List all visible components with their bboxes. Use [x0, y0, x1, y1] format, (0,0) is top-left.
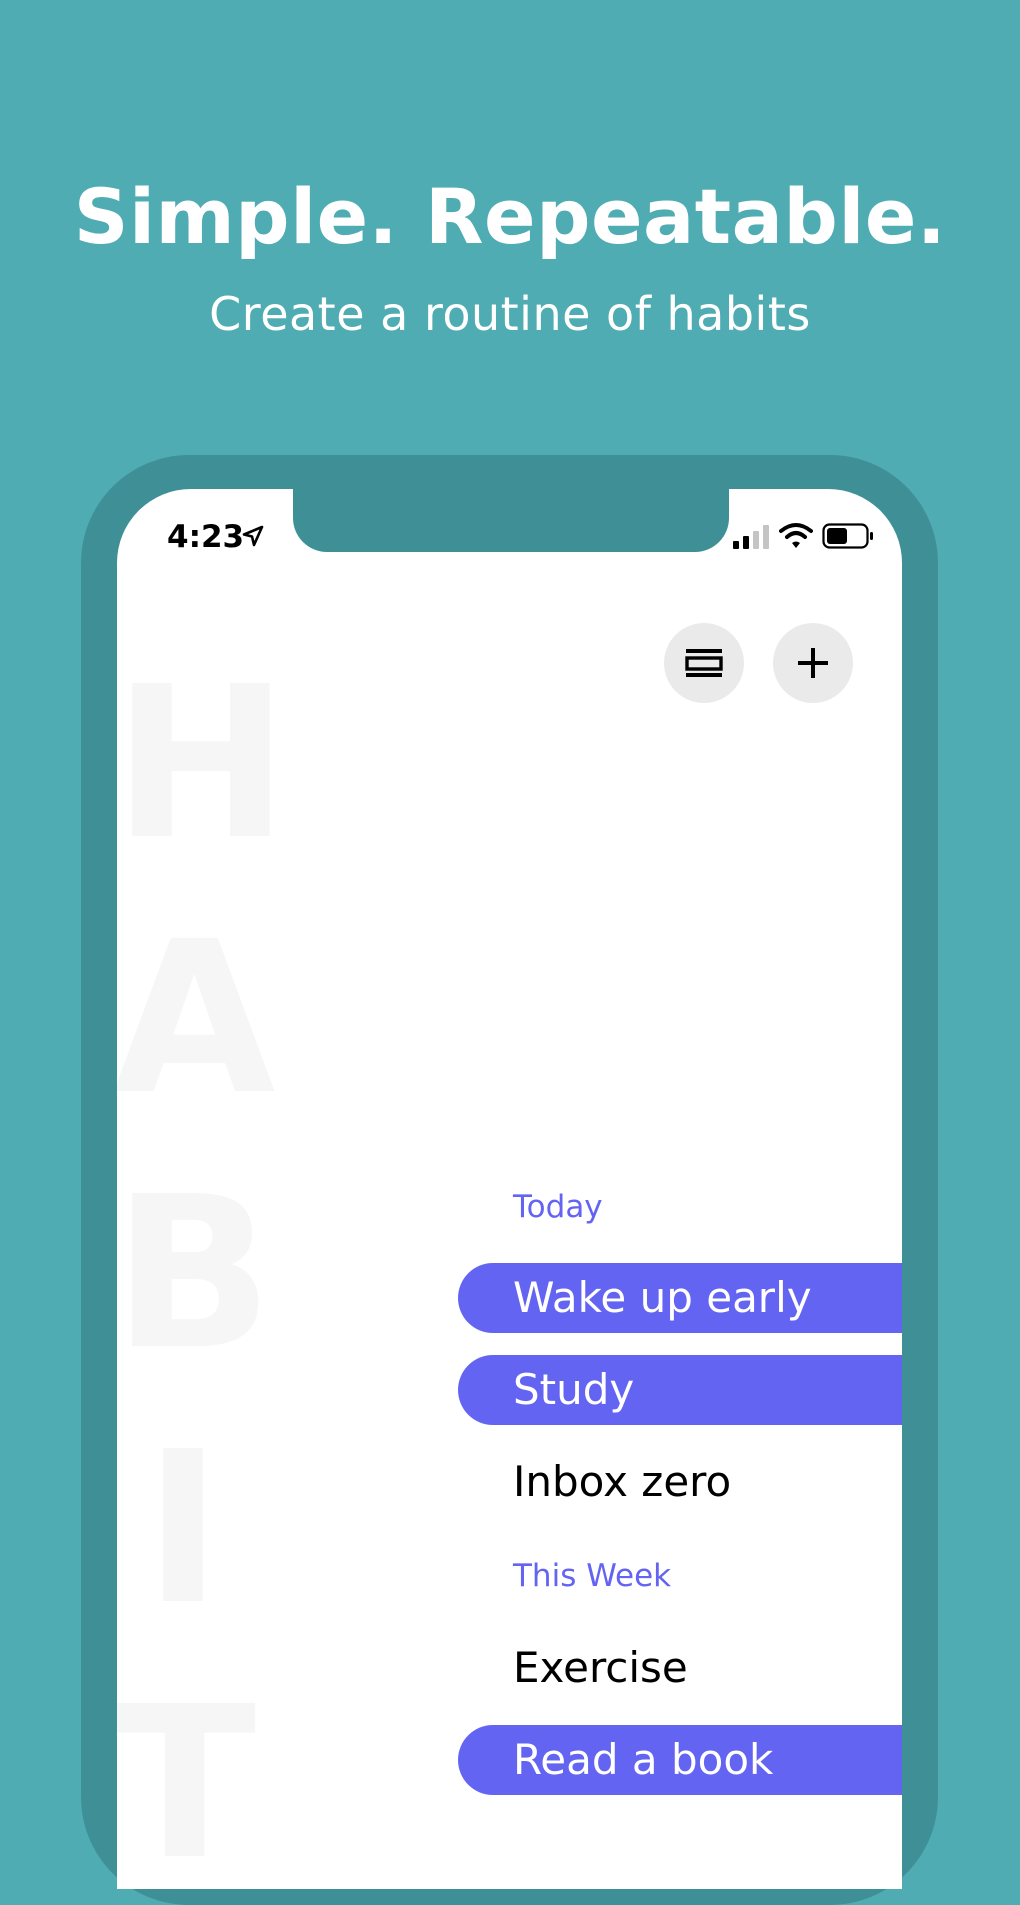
- location-arrow-icon: [242, 525, 264, 547]
- add-habit-button[interactable]: [773, 623, 853, 703]
- watermark-letter: B: [117, 1151, 274, 1396]
- section-label: Today: [513, 1189, 603, 1225]
- layout-toggle-button[interactable]: [664, 623, 744, 703]
- battery-icon: [822, 523, 873, 549]
- habit-item[interactable]: Wake up early: [458, 1263, 902, 1333]
- habit-item[interactable]: Inbox zero: [458, 1447, 902, 1517]
- notch: [293, 489, 729, 552]
- phone-screen: 4:23 HABIT Today Wake up early Study Inbox …: [117, 489, 902, 1889]
- watermark-letter: I: [143, 1406, 223, 1651]
- promo-subline: Create a routine of habits: [209, 287, 811, 341]
- cellular-signal-icon: [733, 525, 769, 549]
- habit-item[interactable]: Read a book: [458, 1725, 902, 1795]
- habit-item[interactable]: Exercise: [458, 1633, 902, 1703]
- watermark-letter: A: [117, 896, 276, 1141]
- layout-icon: [685, 649, 723, 677]
- section-label: This Week: [513, 1558, 672, 1594]
- watermark-letter: T: [117, 1661, 257, 1889]
- promo-headline: Simple. Repeatable.: [73, 172, 947, 261]
- watermark-letter: H: [117, 641, 289, 886]
- plus-icon: [798, 648, 828, 678]
- wifi-icon: [779, 523, 813, 548]
- habit-item[interactable]: Study: [458, 1355, 902, 1425]
- status-time: 4:23: [167, 519, 245, 555]
